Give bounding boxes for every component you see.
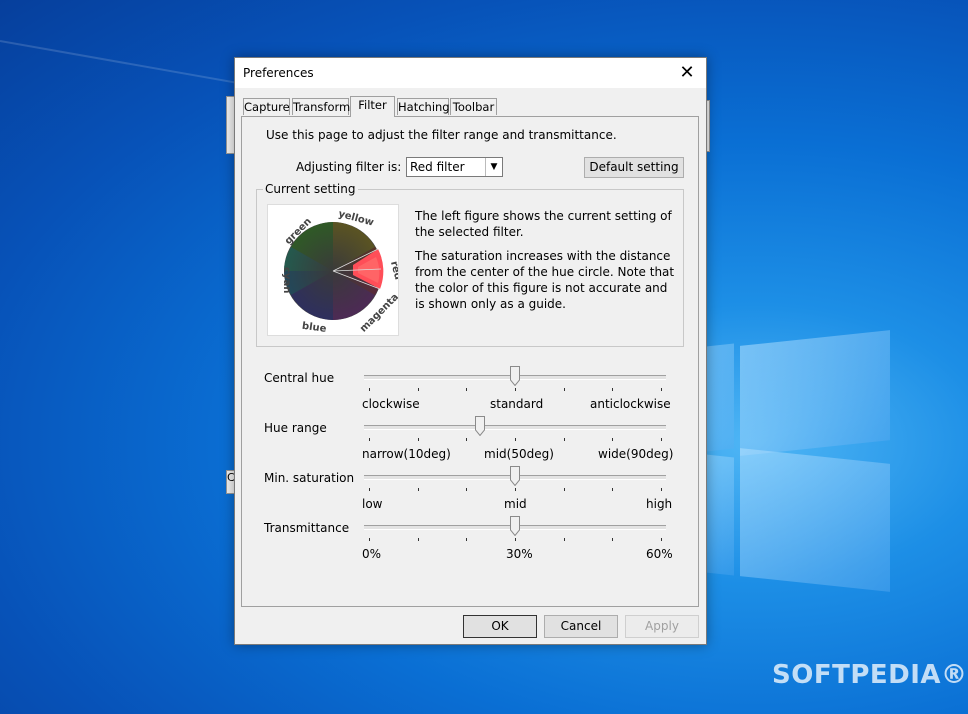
hue-label-blue: blue	[301, 321, 327, 335]
filter-select-value: Red filter	[410, 160, 465, 174]
slider-tick	[417, 438, 419, 441]
slider-tick	[369, 388, 370, 391]
slider-tick	[417, 388, 419, 391]
windows-logo-pane	[740, 448, 890, 592]
windows-logo-pane	[706, 343, 734, 452]
preferences-dialog: Preferences ✕ Capture Transform Filter H…	[234, 57, 707, 645]
intro-text: Use this page to adjust the filter range…	[266, 128, 617, 142]
slider-track[interactable]	[364, 425, 666, 430]
slider-thumb[interactable]	[510, 366, 520, 387]
windows-logo-pane	[740, 330, 890, 456]
adjusting-filter-label: Adjusting filter is:	[296, 160, 402, 174]
filter-tab-panel: Use this page to adjust the filter range…	[241, 116, 699, 607]
slider-tick	[466, 438, 468, 441]
hue-label-cyan: cyan	[281, 267, 292, 293]
tab-capture[interactable]: Capture	[243, 98, 290, 115]
title-bar[interactable]: Preferences ✕	[235, 58, 706, 88]
slider-tick	[612, 538, 614, 541]
cancel-button[interactable]: Cancel	[544, 615, 618, 638]
slider-min-saturation: Min. saturation low mid high	[242, 466, 700, 517]
slider-tick	[466, 538, 468, 541]
slider-tick	[661, 438, 662, 441]
slider-tick	[563, 538, 565, 541]
slider-min-label: low	[362, 497, 383, 511]
slider-tick	[612, 488, 614, 491]
slider-tick	[612, 438, 614, 441]
slider-tick	[466, 488, 468, 491]
slider-tick	[563, 438, 565, 441]
slider-mid-label: standard	[490, 397, 544, 411]
slider-max-label: high	[646, 497, 673, 511]
slider-tick	[612, 388, 614, 391]
close-button[interactable]: ✕	[676, 62, 698, 84]
slider-mid-label: mid	[504, 497, 527, 511]
slider-tick	[369, 538, 370, 541]
dialog-title: Preferences	[243, 66, 314, 80]
slider-label: Central hue	[264, 371, 335, 385]
slider-tick	[515, 438, 516, 441]
slider-min-label: 0%	[362, 547, 382, 561]
slider-mid-label: mid(50deg)	[484, 447, 554, 461]
slider-tick	[661, 488, 662, 491]
slider-tick	[563, 388, 565, 391]
figure-description: The left figure shows the current settin…	[415, 209, 672, 239]
group-title: Current setting	[263, 182, 358, 196]
chevron-down-icon[interactable]: ▼	[485, 158, 502, 176]
slider-tick	[515, 488, 516, 491]
slider-tick	[661, 538, 662, 541]
slider-thumb[interactable]	[510, 466, 520, 487]
tab-toolbar[interactable]: Toolbar	[450, 98, 497, 115]
current-setting-group: Current setting yellow green cyan blue m…	[256, 182, 684, 347]
slider-tick	[515, 388, 516, 391]
slider-central-hue: Central hue clockwise standard anticlock…	[242, 366, 700, 417]
slider-tick	[466, 388, 468, 391]
softpedia-watermark: SOFTPEDIA®	[772, 660, 968, 690]
slider-tick	[563, 488, 565, 491]
slider-mid-label: 30%	[506, 547, 533, 561]
hue-label-red: red	[388, 260, 398, 281]
slider-tick	[515, 538, 516, 541]
tab-transform[interactable]: Transform	[292, 98, 350, 115]
tab-hatching[interactable]: Hatching	[397, 98, 450, 115]
slider-tick	[369, 488, 370, 491]
tab-filter[interactable]: Filter	[350, 96, 395, 117]
hue-circle-figure: yellow green cyan blue magenta red	[267, 204, 403, 336]
filter-select[interactable]: Red filter ▼	[406, 157, 503, 177]
default-setting-button[interactable]: Default setting	[584, 157, 684, 178]
slider-tick	[661, 388, 662, 391]
windows-logo-pane	[706, 454, 734, 576]
slider-tick	[417, 538, 419, 541]
slider-max-label: wide(90deg)	[598, 447, 674, 461]
hue-circle-icon: yellow green cyan blue magenta red	[281, 209, 403, 335]
slider-max-label: 60%	[646, 547, 673, 561]
slider-min-label: clockwise	[362, 397, 420, 411]
slider-tick	[417, 488, 419, 491]
slider-label: Transmittance	[264, 521, 350, 535]
slider-tick	[369, 438, 370, 441]
slider-hue-range: Hue range narrow(10deg) mid(50deg) wide(…	[242, 416, 700, 467]
apply-button[interactable]: Apply	[625, 615, 699, 638]
slider-label: Min. saturation	[264, 471, 355, 485]
slider-max-label: anticlockwise	[590, 397, 671, 411]
ok-button[interactable]: OK	[463, 615, 537, 638]
slider-thumb[interactable]	[474, 416, 485, 437]
slider-thumb[interactable]	[510, 516, 520, 537]
slider-label: Hue range	[264, 421, 327, 435]
slider-transmittance: Transmittance 0% 30% 60%	[242, 516, 700, 567]
slider-min-label: narrow(10deg)	[362, 447, 451, 461]
saturation-description: The saturation increases with the distan…	[415, 249, 675, 311]
